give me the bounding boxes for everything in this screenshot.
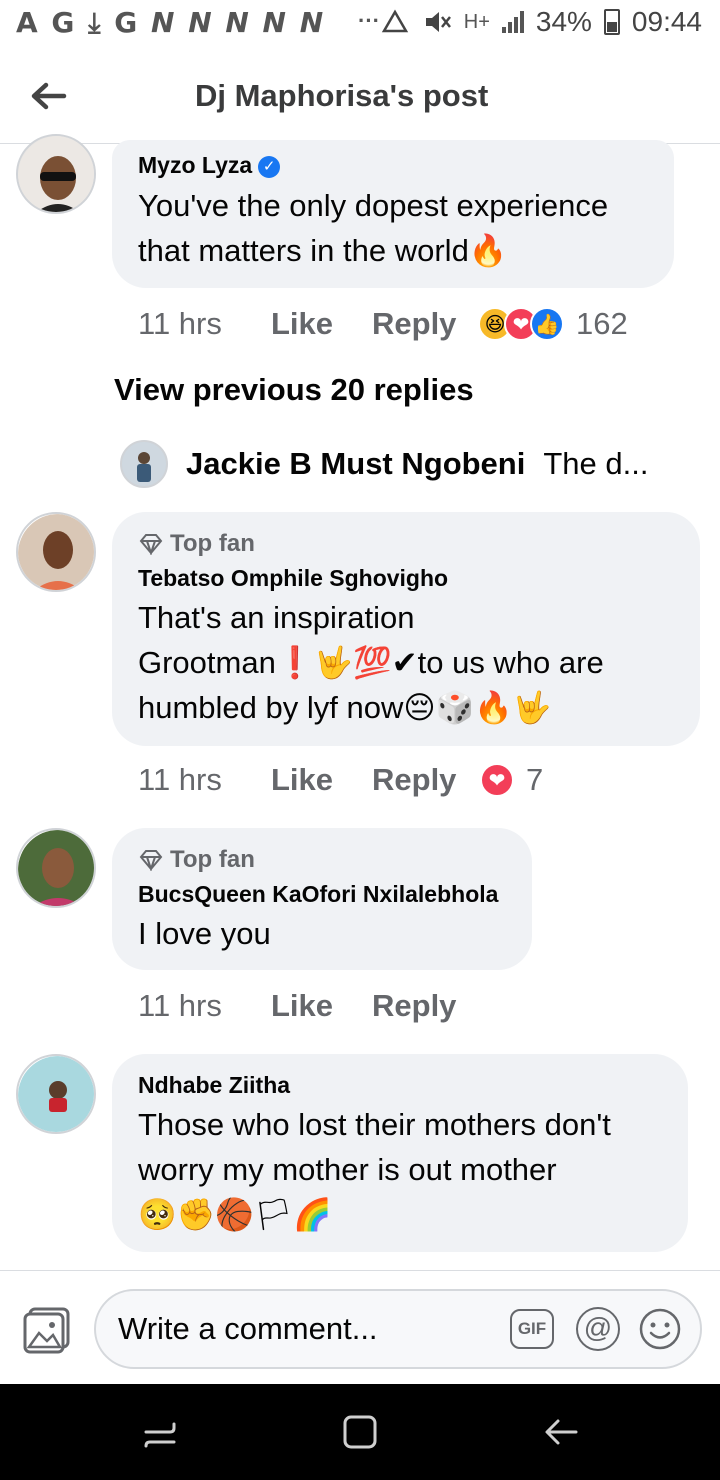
love-reaction-icon: ❤ bbox=[480, 763, 514, 797]
comment-text-line: That's an inspiration bbox=[138, 600, 415, 635]
network-type: H+ bbox=[463, 10, 490, 33]
reply-label[interactable]: Reply bbox=[372, 306, 456, 341]
verified-badge-icon: ✓ bbox=[258, 156, 281, 178]
comment-text-line: worry my mother is out mother bbox=[138, 1152, 557, 1187]
post-header: Dj Maphorisa's post bbox=[0, 50, 720, 144]
diamond-icon bbox=[139, 534, 163, 555]
reply-button[interactable]: Reply bbox=[372, 306, 456, 342]
status-bar: A G ⤓ G N N N N N ··· H+ 34% 09:44 bbox=[0, 0, 720, 50]
home-icon[interactable] bbox=[340, 1412, 380, 1452]
view-previous-replies-link[interactable]: View previous 20 replies bbox=[114, 372, 474, 408]
page-title: Dj Maphorisa's post bbox=[195, 78, 489, 113]
reaction-count[interactable]: 7 bbox=[526, 762, 543, 798]
like-label[interactable]: Like bbox=[271, 762, 333, 797]
photo-icon[interactable] bbox=[22, 1305, 72, 1355]
author-name[interactable]: Myzo Lyza bbox=[138, 152, 252, 178]
comment-meta: 11 hrs bbox=[138, 306, 222, 342]
comment-author[interactable]: BucsQueen KaOfori Nxilalebhola bbox=[138, 881, 498, 908]
comment-time: 11 hrs bbox=[138, 306, 222, 341]
system-nav-bar bbox=[0, 1384, 720, 1480]
comment-text-line: humbled by lyf now😔🎲🔥🤟 bbox=[138, 690, 552, 725]
avatar[interactable] bbox=[16, 512, 96, 592]
reply-snippet: The d... bbox=[543, 446, 649, 481]
mention-button[interactable]: @ bbox=[576, 1307, 620, 1351]
mute-icon bbox=[425, 12, 451, 32]
like-button[interactable]: Like bbox=[271, 762, 333, 798]
comment-time: 11 hrs bbox=[138, 762, 222, 797]
reply-label[interactable]: Reply bbox=[372, 762, 456, 797]
clock: 09:44 bbox=[631, 6, 702, 37]
notification-n-icons: N N N N N bbox=[151, 6, 326, 39]
avatar-image bbox=[18, 830, 94, 906]
avatar-image bbox=[122, 442, 166, 486]
status-right: H+ 34% 09:44 bbox=[380, 6, 702, 38]
emoji-icon[interactable] bbox=[638, 1307, 682, 1351]
avatar-image bbox=[18, 514, 94, 590]
reply-preview[interactable]: Jackie B Must Ngobeni The d... bbox=[120, 438, 700, 490]
comment-text-line: that matters in the world🔥 bbox=[138, 233, 508, 268]
top-fan-badge: Top fan bbox=[138, 846, 255, 874]
status-left-icons: A G ⤓ G N N N N N bbox=[16, 6, 325, 40]
like-label[interactable]: Like bbox=[271, 988, 333, 1023]
avatar-image bbox=[18, 136, 94, 212]
reaction-summary[interactable]: ❤ 7 bbox=[480, 762, 543, 798]
comment-time: 11 hrs bbox=[138, 988, 222, 1023]
comment-text-line: Grootman❗🤟💯✔to us who are bbox=[138, 645, 604, 680]
like-reaction-icon: 👍 bbox=[530, 307, 564, 341]
badge-label: Top fan bbox=[170, 530, 255, 557]
comment-text: I love you bbox=[138, 916, 271, 951]
avatar[interactable] bbox=[120, 440, 168, 488]
reply-button[interactable]: Reply bbox=[372, 988, 456, 1024]
like-button[interactable]: Like bbox=[271, 988, 333, 1024]
battery-percent: 34% bbox=[535, 6, 592, 37]
badge-label: Top fan bbox=[170, 846, 255, 873]
avatar[interactable] bbox=[16, 1054, 96, 1134]
avatar-image bbox=[18, 1056, 94, 1132]
arrow-left-icon[interactable] bbox=[26, 74, 70, 118]
comment-text-line: Those who lost their mothers don't bbox=[138, 1107, 611, 1142]
avatar[interactable] bbox=[16, 134, 96, 214]
reply-button[interactable]: Reply bbox=[372, 762, 456, 798]
comment-text-line: 🥺✊🏀🏳🌈 bbox=[138, 1197, 332, 1232]
signal-icon bbox=[501, 11, 524, 33]
reply-author[interactable]: Jackie B Must Ngobeni bbox=[186, 446, 525, 482]
notification-icons: A G ⤓ G bbox=[16, 6, 140, 39]
top-fan-badge: Top fan bbox=[138, 530, 255, 558]
reaction-count[interactable]: 162 bbox=[576, 306, 628, 342]
battery-icon bbox=[603, 9, 620, 35]
diamond-icon bbox=[139, 850, 163, 871]
comment-input[interactable]: Write a comment... GIF @ bbox=[94, 1289, 702, 1369]
comment-text: Those who lost their mothers don't worry… bbox=[138, 1102, 678, 1237]
comment-placeholder[interactable]: Write a comment... bbox=[118, 1311, 378, 1347]
reply-label[interactable]: Reply bbox=[372, 988, 456, 1023]
recycle-icon bbox=[381, 9, 408, 33]
comment-author[interactable]: Tebatso Omphile Sghovigho bbox=[138, 565, 448, 592]
like-button[interactable]: Like bbox=[271, 306, 333, 342]
comment-text: That's an inspiration Grootman❗🤟💯✔to us … bbox=[138, 595, 688, 730]
recent-apps-icon[interactable] bbox=[140, 1412, 180, 1452]
comment-composer: Write a comment... GIF @ bbox=[0, 1270, 720, 1384]
comment-author[interactable]: Myzo Lyza ✓ bbox=[138, 152, 281, 179]
back-nav-icon[interactable] bbox=[542, 1412, 582, 1452]
reaction-summary[interactable]: 😆 ❤ 👍 162 bbox=[478, 306, 628, 342]
like-label[interactable]: Like bbox=[271, 306, 333, 341]
comment-text-line: You've the only dopest experience bbox=[138, 188, 609, 223]
avatar[interactable] bbox=[16, 828, 96, 908]
comment-author[interactable]: Ndhabe Ziitha bbox=[138, 1072, 290, 1099]
more-notifications-icon: ··· bbox=[358, 8, 380, 33]
gif-button[interactable]: GIF bbox=[510, 1309, 554, 1349]
comment-text: You've the only dopest experience that m… bbox=[138, 183, 668, 273]
